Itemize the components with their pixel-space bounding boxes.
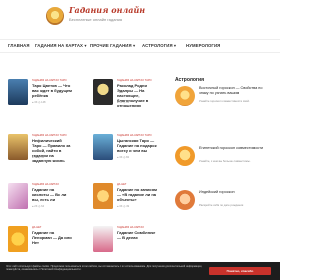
- article-meta: ● 3K ◎ 49: [117, 205, 130, 208]
- article-title[interactable]: Гадание на кислоты — Вс ли вы, есть ли: [32, 187, 72, 202]
- sidebar-item-desc: Узнайте, с кем вы больше совместимы.: [199, 159, 251, 163]
- sidebar-item-desc: Раскройте себя по дате рождения: [199, 203, 244, 207]
- article-card[interactable]: Гадания на картах Таро Нефилический Таро…: [8, 134, 72, 168]
- sidebar-item-title[interactable]: Восточный гороскоп — Свойства по знаку п…: [199, 86, 265, 95]
- chevron-down-icon: ▾: [172, 43, 177, 48]
- article-title[interactable]: Гадание по записям — «В гадание ли на об…: [117, 187, 157, 202]
- article-title[interactable]: Гадание на Ленорман — Да или Нет: [32, 230, 72, 245]
- chevron-down-icon: ▾: [83, 43, 87, 48]
- chevron-down-icon: ▾: [131, 43, 136, 48]
- article-card[interactable]: Гадания на картах Таро Цыганская Таро — …: [93, 134, 157, 168]
- logo-icon[interactable]: [46, 7, 64, 25]
- nav-astrology[interactable]: Астрология ▾: [142, 43, 176, 49]
- sidebar-item[interactable]: Индейский гороскоп Раскройте себя по дат…: [175, 190, 265, 226]
- article-card[interactable]: Гадания на картах Гадание на кислоты — В…: [8, 183, 72, 217]
- article-category[interactable]: Гадания на картах Таро: [32, 134, 67, 137]
- article-thumbnail[interactable]: [8, 226, 28, 252]
- cookie-text: Этот сайт использует файлы cookie. Продо…: [6, 265, 203, 272]
- article-thumbnail[interactable]: [93, 183, 113, 209]
- article-category[interactable]: Гадания на картах: [32, 183, 59, 186]
- article-title[interactable]: Гадание Симблюче — В делах: [117, 230, 157, 240]
- article-thumbnail[interactable]: [8, 79, 28, 105]
- sidebar-item-desc: Узнайте гороскоп совместимости свой.: [199, 99, 250, 103]
- article-title[interactable]: Нефилический Таро — Правило за собой, на…: [32, 138, 72, 163]
- article-card[interactable]: Да Нет Гадание на Ленорман — Да или Нет: [8, 226, 72, 260]
- main-nav: Главная Гадания на картах ▾ Прочие гадан…: [0, 39, 280, 53]
- site-header: Гадания онлайн Бесплатные онлайн гадания: [0, 0, 280, 34]
- article-meta: ● 3K ◎ 148: [32, 101, 46, 104]
- sidebar-title: Астрология: [175, 77, 204, 83]
- sidebar-item[interactable]: Египетский гороскоп совместимости Узнайт…: [175, 146, 265, 182]
- sidebar-item[interactable]: Восточный гороскоп — Свойства по знаку п…: [175, 86, 265, 122]
- article-meta: ● 3K ◎ 44: [32, 156, 45, 159]
- article-category[interactable]: Да Нет: [32, 226, 41, 229]
- article-meta: ● 2K ◎ 64: [32, 205, 45, 208]
- article-title[interactable]: Расклад Родни Эдалры — На настоящее, бла…: [117, 83, 157, 108]
- sidebar-item-title[interactable]: Египетский гороскоп совместимости: [199, 146, 265, 151]
- article-category[interactable]: Гадания на картах Таро: [117, 134, 152, 137]
- article-card[interactable]: Гадания на картах Таро Расклад Родни Эда…: [93, 79, 157, 113]
- cookie-banner: Этот сайт использует файлы cookie. Продо…: [0, 262, 280, 280]
- article-title[interactable]: Таро Цветов — Что вас ждет в будущем реб…: [32, 83, 72, 98]
- article-category[interactable]: Да Нет: [117, 183, 126, 186]
- article-card[interactable]: Да Нет Гадание по записям — «В гадание л…: [93, 183, 157, 217]
- cookie-accept-button[interactable]: Понятно, спасибо: [209, 267, 271, 275]
- nav-card-readings[interactable]: Гадания на картах ▾: [35, 43, 87, 49]
- article-meta: ● 5K ◎ 82: [117, 101, 130, 104]
- article-thumbnail[interactable]: [93, 134, 113, 160]
- article-thumbnail[interactable]: [93, 79, 113, 105]
- article-card[interactable]: Гадания на картах Гадание Симблюче — В д…: [93, 226, 157, 260]
- nav-other-readings[interactable]: Прочие гадания ▾: [90, 43, 135, 49]
- article-thumbnail[interactable]: [175, 146, 195, 166]
- site-tagline: Бесплатные онлайн гадания: [69, 17, 123, 22]
- article-title[interactable]: Цыганская Таро — Гадание на подарок вогх…: [117, 138, 157, 153]
- article-thumbnail[interactable]: [175, 190, 195, 210]
- article-category[interactable]: Гадания на картах Таро: [32, 79, 67, 82]
- sidebar-item-title[interactable]: Индейский гороскоп: [199, 190, 265, 195]
- article-category[interactable]: Гадания на картах Таро: [117, 79, 152, 82]
- article-meta: ● 3K ◎ 82: [117, 156, 130, 159]
- article-category[interactable]: Гадания на картах: [117, 226, 144, 229]
- site-logo-title[interactable]: Гадания онлайн: [69, 5, 145, 15]
- article-thumbnail[interactable]: [93, 226, 113, 252]
- article-thumbnail[interactable]: [8, 134, 28, 160]
- article-card[interactable]: Гадания на картах Таро Таро Цветов — Что…: [8, 79, 72, 113]
- article-thumbnail[interactable]: [8, 183, 28, 209]
- article-thumbnail[interactable]: [175, 86, 195, 106]
- nav-numerology[interactable]: Нумерология: [186, 43, 220, 48]
- nav-home[interactable]: Главная: [8, 43, 30, 48]
